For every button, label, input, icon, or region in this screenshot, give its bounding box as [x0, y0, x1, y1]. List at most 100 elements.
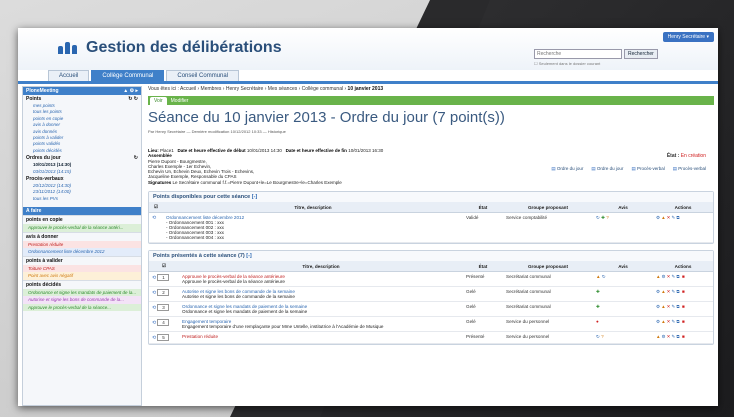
item-number-input[interactable]: 5: [157, 334, 170, 342]
col-actions: Actions: [653, 261, 713, 273]
item-number-input[interactable]: 3: [157, 304, 170, 312]
item-title-link[interactable]: Prestation réduite: [182, 334, 460, 339]
doc-link-proces-verbal-2[interactable]: Procès-verbal: [673, 166, 706, 172]
tab-college-communal[interactable]: Collège Communal: [91, 70, 165, 81]
user-menu[interactable]: Henry Secrétaire ▾: [662, 32, 714, 42]
item-avis[interactable]: ▲ ↻: [593, 271, 653, 288]
presented-items-section: Points présentés à cette séance (7) [-] …: [148, 250, 714, 346]
breadcrumb-prefix: Vous êtes ici :: [148, 86, 179, 92]
table-row: ⟲ Ordonnancement liste décembre 2012 - O…: [149, 212, 713, 244]
item-actions[interactable]: ⚙▲✕✎⧉ ■: [653, 286, 713, 303]
item-etat: Gelé: [463, 301, 503, 318]
item-groupe: Secrétariat communal: [503, 286, 593, 303]
col-avis: Avis: [593, 202, 653, 214]
todo-item[interactable]: Point avec avis négatif: [23, 272, 141, 280]
section-title[interactable]: Points présentés à cette séance (7) [-]: [149, 251, 713, 262]
item-avis[interactable]: ↻ ?: [593, 331, 653, 345]
section-title[interactable]: Points disponibles pour cette séance [-]: [149, 192, 713, 203]
item-groupe: Secrétariat communal: [503, 301, 593, 318]
item-etat: Gelé: [463, 286, 503, 303]
todo-section-decides: points décidés: [23, 279, 141, 289]
todo-item[interactable]: Ordonnance et signe les mandats de paiem…: [23, 288, 141, 297]
table-row: ⟲ 5 Prestation réduite Présenté Service …: [149, 331, 713, 345]
item-actions[interactable]: ⚙▲✕✎⧉ ■: [653, 316, 713, 333]
item-number-input[interactable]: 1: [157, 274, 170, 282]
item-type-icon: ⟲: [149, 212, 163, 244]
breadcrumb: Vous êtes ici : Accueil › Membres › Henr…: [148, 86, 714, 96]
portlet-icons[interactable]: ▲ ⚙ ▸: [123, 88, 138, 94]
col-actions: Actions: [653, 202, 713, 214]
view-tabs: Voir Modifier: [148, 96, 714, 105]
doc-link-ordre-du-jour-2[interactable]: Ordre du jour: [591, 166, 624, 172]
page-title: Séance du 10 janvier 2013 - Ordre du jou…: [148, 109, 505, 126]
item-groupe: Service du personnel: [503, 331, 593, 345]
tab-voir[interactable]: Voir: [150, 96, 167, 105]
col-avis: Avis: [593, 261, 653, 273]
item-groupe: Secrétariat communal: [503, 271, 593, 288]
item-number-input[interactable]: 2: [157, 289, 170, 297]
table-row: ⟲ 2 Autorise et signe les bons de comman…: [149, 286, 713, 303]
item-etat: Présenté: [463, 331, 503, 345]
item-avis[interactable]: ●: [593, 316, 653, 333]
item-line: - Ordonnancement 004 : xxx: [166, 235, 224, 241]
todo-item[interactable]: Approuve le procès-verbal de la séance a…: [23, 224, 141, 232]
todo-item[interactable]: Toiture CPAS: [23, 264, 141, 273]
doc-link-ordre-du-jour[interactable]: Ordre du jour: [551, 166, 584, 172]
item-avis[interactable]: ✚: [593, 286, 653, 303]
app-title: Gestion des délibérations: [86, 39, 282, 56]
item-number-input[interactable]: 4: [157, 319, 170, 327]
main-content: Vous êtes ici : Accueil › Membres › Henr…: [148, 86, 714, 406]
app-header: Gestion des délibérations Henry Secrétai…: [18, 28, 718, 70]
app-window: Gestion des délibérations Henry Secrétai…: [18, 28, 718, 406]
presented-items-table: ☑ Titre, description État Groupe proposa…: [149, 261, 713, 345]
item-actions[interactable]: ▲⚙✕✎⧉ ■: [653, 271, 713, 288]
col-groupe: Groupe proposant: [503, 261, 593, 273]
item-actions[interactable]: ▲⚙✕✎⧉ ■: [653, 331, 713, 345]
todo-item[interactable]: Autorise et signe les bons de commande d…: [23, 296, 141, 304]
todo-section-copie: points en copie: [23, 215, 141, 224]
col-checkbox: ☑: [149, 261, 179, 273]
item-description: Approuve le procès-verbal de la séance a…: [182, 279, 285, 285]
todo-section-avis: avis à donner: [23, 231, 141, 241]
todo-item[interactable]: Ordonnancement liste décembre 2012: [23, 248, 141, 256]
item-actions[interactable]: ⚙▲✕✎⧉: [653, 212, 713, 244]
available-items-section: Points disponibles pour cette séance [-]…: [148, 191, 714, 245]
item-description: Autorise et signe les bons de commande d…: [182, 294, 295, 300]
todo-item[interactable]: Prestation réduite: [23, 240, 141, 249]
tab-conseil-communal[interactable]: Conseil Communal: [166, 70, 240, 81]
search-button[interactable]: Rechercher: [624, 49, 658, 59]
item-groupe: Service du personnel: [503, 316, 593, 333]
col-title: Titre, description: [163, 202, 463, 214]
item-avis[interactable]: ✚: [593, 301, 653, 318]
tabs-underline: [18, 81, 718, 84]
item-avis[interactable]: ↻ ✚ ?: [593, 212, 653, 244]
doc-link-proces-verbal[interactable]: Procès-verbal: [631, 166, 665, 172]
col-etat: État: [463, 261, 503, 273]
todo-section-valider: points à valider: [23, 255, 141, 265]
sidebar-section-points: Points ↻ ↻: [26, 96, 138, 102]
sidebar-item-pv-all[interactable]: tous les PVs: [23, 196, 141, 202]
sidebar-section-ordres: Ordres du jour ↻: [26, 155, 138, 162]
main-tabs: Accueil Collège Communal Conseil Communa…: [48, 70, 718, 81]
breadcrumb-path[interactable]: Accueil › Membres › Henry Secrétaire › M…: [180, 86, 346, 92]
todo-header: A faire: [23, 207, 141, 216]
item-actions[interactable]: ⚙▲✕✎⧉ ■: [653, 301, 713, 318]
refresh-icon[interactable]: ↻ ↻: [128, 96, 138, 102]
search-option-checkbox[interactable]: ☐ Seulement dans le dossier courant: [534, 61, 600, 66]
search-input[interactable]: Recherche: [534, 49, 622, 59]
tab-accueil[interactable]: Accueil: [48, 70, 90, 81]
status-badge[interactable]: État : En création: [667, 153, 706, 159]
tab-modifier[interactable]: Modifier: [167, 97, 193, 105]
refresh-icon[interactable]: ↻: [134, 155, 138, 161]
sidebar-section-pv: Procès-verbaux: [26, 176, 64, 183]
col-groupe: Groupe proposant: [503, 202, 593, 214]
available-items-table: ☑ Titre, description État Groupe proposa…: [149, 202, 713, 244]
item-groupe: Service comptabilité: [503, 212, 593, 244]
item-etat: Gelé: [463, 316, 503, 333]
col-title: Titre, description: [179, 261, 463, 273]
item-etat: Présenté: [463, 271, 503, 288]
table-row: ⟲ 4 Engagement temporaire Engagement temp…: [149, 316, 713, 333]
item-etat: Validé: [463, 212, 503, 244]
todo-item[interactable]: Approuve le procès-verbal de la séance..…: [23, 303, 141, 312]
col-checkbox: ☑: [149, 202, 163, 214]
